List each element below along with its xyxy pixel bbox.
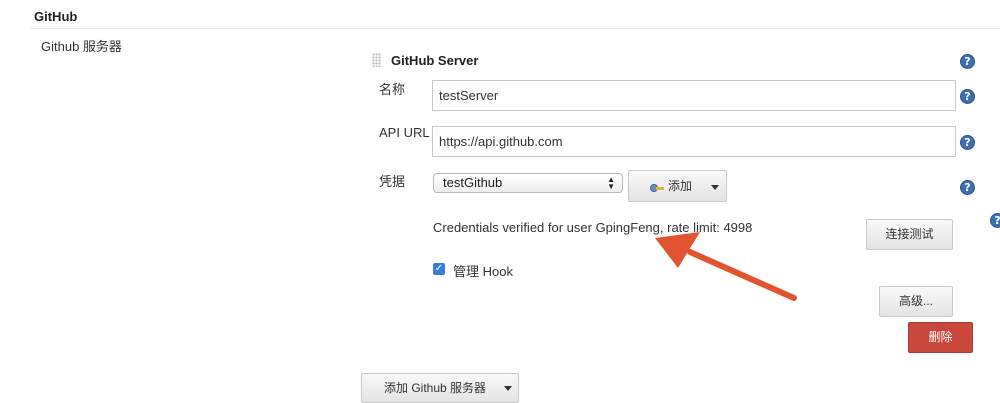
credentials-verified-message: Credentials verified for user GpingFeng,…: [433, 220, 753, 235]
help-icon[interactable]: ?: [960, 89, 975, 104]
credentials-select[interactable]: testGithub ▲ ▼: [433, 173, 623, 193]
help-icon[interactable]: ?: [990, 213, 1000, 228]
add-credentials-label: 添加: [668, 179, 693, 193]
section-divider: [30, 28, 1000, 29]
annotation-arrow-icon: [655, 232, 797, 301]
name-label: 名称: [379, 82, 406, 97]
name-input[interactable]: testServer: [432, 80, 956, 111]
chevron-down-icon: [504, 386, 512, 391]
chevron-down-icon: [711, 185, 719, 190]
help-icon[interactable]: ?: [960, 54, 975, 69]
test-connection-button[interactable]: 连接测试: [866, 219, 953, 250]
credentials-label: 凭据: [379, 174, 406, 189]
annotation-arrow-head: [655, 232, 700, 268]
select-arrows-icon: ▲ ▼: [607, 175, 615, 191]
advanced-button[interactable]: 高级...: [879, 286, 953, 317]
delete-button[interactable]: 删除: [908, 322, 973, 353]
server-title: GitHub Server: [391, 53, 479, 68]
add-credentials-button[interactable]: 添加: [628, 170, 727, 202]
drag-handle-icon[interactable]: [372, 53, 381, 67]
section-title: GitHub: [34, 9, 78, 24]
credentials-selected-value: testGithub: [443, 175, 503, 190]
github-servers-label: Github 服务器: [41, 39, 122, 54]
api-url-input[interactable]: https://api.github.com: [432, 126, 956, 157]
manage-hook-checkbox[interactable]: ✓: [433, 263, 445, 275]
help-icon[interactable]: ?: [960, 180, 975, 195]
add-github-server-label: 添加 Github 服务器: [384, 381, 487, 395]
api-url-label: API URL: [379, 125, 430, 140]
help-icon[interactable]: ?: [960, 135, 975, 150]
annotation-arrow-shaft: [687, 249, 797, 301]
manage-hook-label: 管理 Hook: [453, 264, 513, 279]
add-github-server-button[interactable]: 添加 Github 服务器: [361, 373, 519, 403]
key-icon-shaft: [656, 186, 664, 190]
